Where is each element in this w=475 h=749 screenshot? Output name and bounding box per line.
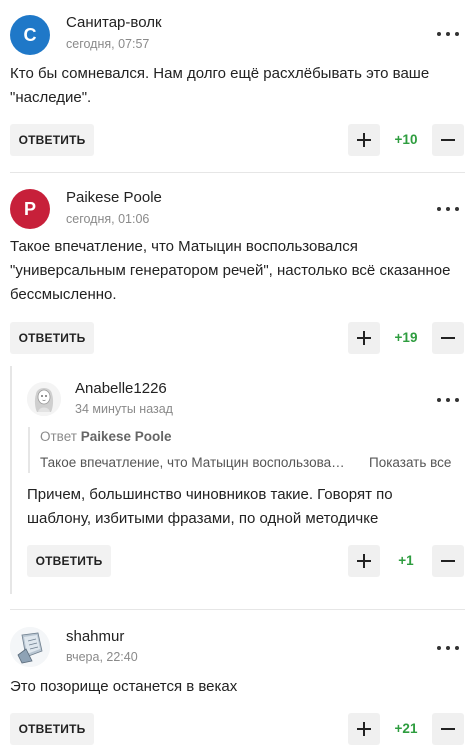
reply-button[interactable]: ОТВЕТИТЬ — [10, 322, 94, 354]
avatar-letter: С — [23, 24, 37, 45]
more-icon[interactable] — [437, 638, 459, 658]
thread-line — [10, 366, 12, 594]
downvote-button[interactable] — [432, 545, 464, 577]
avatar-letter: P — [23, 198, 36, 219]
downvote-button[interactable] — [432, 713, 464, 745]
comment-time: вчера, 22:40 — [66, 650, 138, 664]
more-icon[interactable] — [437, 24, 459, 44]
divider — [10, 172, 465, 173]
reply-button[interactable]: ОТВЕТИТЬ — [10, 124, 94, 156]
plus-icon — [357, 133, 371, 147]
minus-icon — [441, 337, 455, 339]
minus-icon — [441, 728, 455, 730]
downvote-button[interactable] — [432, 322, 464, 354]
comment-text: Такое впечатление, что Матыцин воспользо… — [10, 238, 451, 303]
comment-time: 34 минуты назад — [75, 402, 173, 416]
divider — [10, 609, 465, 610]
minus-icon — [441, 139, 455, 141]
score: +1 — [398, 553, 414, 568]
plus-icon — [357, 331, 371, 345]
avatar[interactable]: С — [10, 15, 50, 55]
reply-button[interactable]: ОТВЕТИТЬ — [10, 713, 94, 745]
comment-author[interactable]: Anabelle1226 — [75, 380, 167, 397]
user-avatar-icon — [10, 627, 50, 667]
avatar[interactable] — [27, 382, 61, 416]
plus-icon — [357, 554, 371, 568]
comment-text: Причем, большинство чиновников такие. Го… — [27, 486, 393, 527]
score: +19 — [394, 330, 418, 345]
user-avatar-icon — [27, 382, 61, 416]
quote-line — [28, 427, 30, 473]
comment-author[interactable]: Paikese Poole — [66, 189, 162, 206]
upvote-button[interactable] — [348, 124, 380, 156]
comment-author[interactable]: shahmur — [66, 628, 124, 645]
comment-text: Кто бы сомневался. Нам долго ещё расхлёб… — [10, 65, 430, 106]
comment-time: сегодня, 01:06 — [66, 212, 150, 226]
downvote-button[interactable] — [432, 124, 464, 156]
quote-author[interactable]: Paikese Poole — [81, 429, 172, 444]
show-all-link[interactable]: Показать все — [369, 455, 451, 470]
upvote-button[interactable] — [348, 545, 380, 577]
comment-text: Это позорище останется в веках — [10, 678, 238, 695]
quote-prefix: Ответ — [40, 429, 77, 444]
avatar[interactable]: P — [10, 189, 50, 229]
score: +10 — [394, 132, 418, 147]
minus-icon — [441, 560, 455, 562]
score: +21 — [394, 721, 418, 736]
quote-header: Ответ Paikese Poole — [40, 429, 172, 444]
quote-text: Такое впечатление, что Матыцин воспользо… — [40, 455, 352, 470]
comment-author[interactable]: Санитар-волк — [66, 14, 162, 31]
upvote-button[interactable] — [348, 713, 380, 745]
reply-button[interactable]: ОТВЕТИТЬ — [27, 545, 111, 577]
comment-time: сегодня, 07:57 — [66, 37, 150, 51]
upvote-button[interactable] — [348, 322, 380, 354]
avatar[interactable] — [10, 627, 50, 667]
more-icon[interactable] — [437, 390, 459, 410]
more-icon[interactable] — [437, 199, 459, 219]
plus-icon — [357, 722, 371, 736]
